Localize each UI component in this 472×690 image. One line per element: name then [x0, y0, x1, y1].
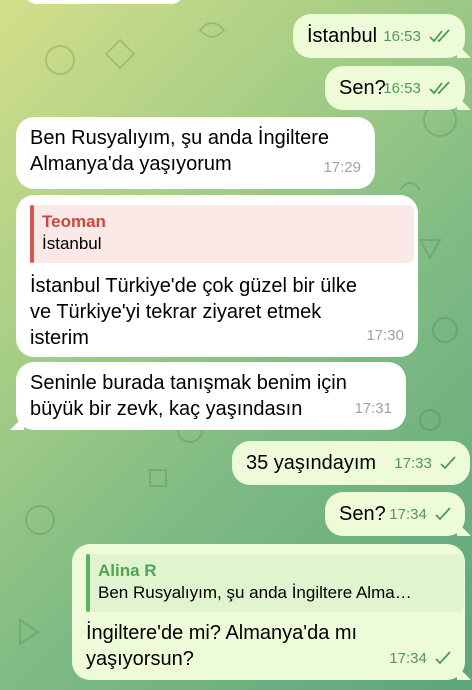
double-check-icon — [429, 29, 450, 43]
message-time: 17:29 — [323, 159, 361, 176]
message-time: 17:34 — [389, 506, 427, 523]
message-bubble-outgoing[interactable]: İstanbul 16:53 — [293, 14, 465, 58]
message-bubble-outgoing[interactable]: Sen? 16:53 — [325, 66, 465, 110]
message-bubble-outgoing[interactable]: 35 yaşındayım 17:33 — [232, 441, 470, 485]
message-bubble-incoming[interactable]: Teoman İstanbul İstanbul Türkiye'de çok … — [16, 195, 418, 357]
message-meta: 17:34 — [389, 646, 451, 672]
message-time: 17:30 — [366, 327, 404, 344]
message-bubble-outgoing[interactable]: Sen? 17:34 — [325, 492, 465, 536]
message-text: Ben Rusyalıyım, şu anda İngiltere Almany… — [30, 127, 330, 175]
message-text: Sen? — [339, 503, 386, 525]
single-check-icon — [435, 507, 451, 521]
double-check-icon — [429, 81, 450, 95]
partial-message-bubble — [24, 0, 184, 4]
message-time: 17:31 — [354, 400, 392, 417]
reply-text: Ben Rusyalıyım, şu anda İngiltere Alma… — [98, 583, 412, 602]
single-check-icon — [440, 456, 456, 470]
reply-quote[interactable]: Teoman İstanbul — [30, 205, 414, 263]
message-time: 17:34 — [389, 650, 427, 667]
message-time: 17:33 — [394, 455, 432, 472]
reply-author: Teoman — [42, 212, 106, 231]
message-text: İstanbul Türkiye'de çok güzel bir ülke v… — [30, 275, 357, 349]
message-bubble-outgoing[interactable]: Alina R Ben Rusyalıyım, şu anda İngilter… — [72, 544, 465, 680]
message-text: Seninle burada tanışmak benim için büyük… — [30, 372, 347, 420]
message-meta: 17:34 — [389, 502, 451, 528]
reply-author: Alina R — [98, 561, 157, 580]
message-meta: 16:53 — [383, 24, 451, 50]
message-meta: 17:33 — [394, 451, 456, 477]
message-bubble-incoming[interactable]: Ben Rusyalıyım, şu anda İngiltere Almany… — [16, 117, 375, 189]
single-check-icon — [435, 651, 451, 665]
message-time: 16:53 — [383, 80, 421, 97]
message-time: 16:53 — [383, 28, 421, 45]
message-bubble-incoming[interactable]: Seninle burada tanışmak benim için büyük… — [16, 362, 406, 430]
reply-text: İstanbul — [42, 234, 102, 253]
message-text: İstanbul — [307, 25, 378, 47]
reply-quote[interactable]: Alina R Ben Rusyalıyım, şu anda İngilter… — [86, 554, 464, 612]
message-meta: 16:53 — [383, 76, 451, 102]
message-text: 35 yaşındayım — [246, 452, 377, 474]
message-text: Sen? — [339, 77, 386, 99]
